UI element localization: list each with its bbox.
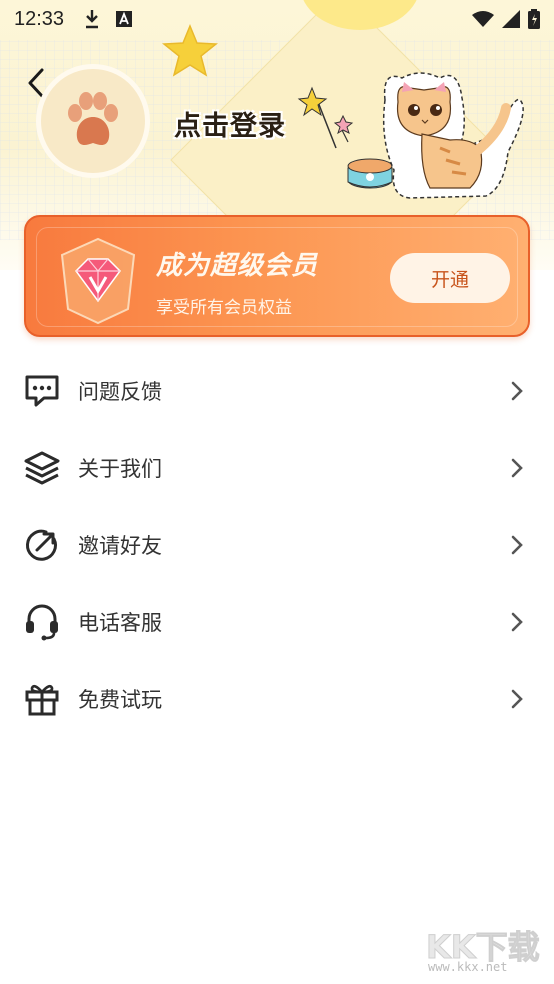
keyboard-a-icon (116, 11, 133, 27)
menu-item-invite-friends[interactable]: 邀请好友 (0, 506, 554, 583)
download-icon (86, 10, 99, 29)
share-arrow-icon (22, 525, 62, 565)
wifi-icon (472, 11, 494, 27)
settings-menu: 问题反馈 关于我们 邀请好友 电话客服 免费试玩 (0, 352, 554, 737)
menu-item-label: 电话客服 (78, 610, 162, 635)
vip-open-button[interactable]: 开通 (390, 253, 510, 303)
vip-subtitle: 享受所有会员权益 (156, 298, 292, 318)
menu-item-label: 邀请好友 (78, 533, 162, 558)
signal-icon (502, 10, 520, 28)
menu-item-feedback[interactable]: 问题反馈 (0, 352, 554, 429)
menu-item-label: 关于我们 (78, 456, 162, 481)
chevron-right-icon (511, 458, 523, 477)
feedback-icon (22, 371, 62, 411)
chevron-right-icon (511, 381, 523, 400)
vip-diamond-icon (60, 237, 136, 325)
battery-icon (528, 9, 540, 29)
menu-item-about-us[interactable]: 关于我们 (0, 429, 554, 506)
login-prompt[interactable]: 点击登录 (174, 104, 286, 143)
gift-icon (22, 679, 62, 719)
menu-item-label: 免费试玩 (78, 687, 162, 712)
menu-item-label: 问题反馈 (78, 379, 162, 404)
vip-membership-card[interactable]: 成为超级会员 享受所有会员权益 开通 (24, 215, 530, 337)
menu-item-phone-support[interactable]: 电话客服 (0, 583, 554, 660)
vip-title: 成为超级会员 (156, 251, 319, 281)
paw-icon (68, 92, 118, 145)
menu-item-free-trial[interactable]: 免费试玩 (0, 660, 554, 737)
chevron-right-icon (511, 535, 523, 554)
watermark: KK下载 www.kkx.net (420, 922, 550, 978)
chevron-right-icon (511, 612, 523, 631)
chevron-right-icon (511, 689, 523, 708)
status-bar: 12:33 (0, 0, 554, 38)
headset-icon (22, 602, 62, 642)
layers-icon (22, 448, 62, 488)
cat-illustration (297, 72, 524, 199)
avatar[interactable] (36, 64, 150, 178)
status-time: 12:33 (14, 7, 65, 30)
watermark-url: www.kkx.net (428, 960, 508, 974)
